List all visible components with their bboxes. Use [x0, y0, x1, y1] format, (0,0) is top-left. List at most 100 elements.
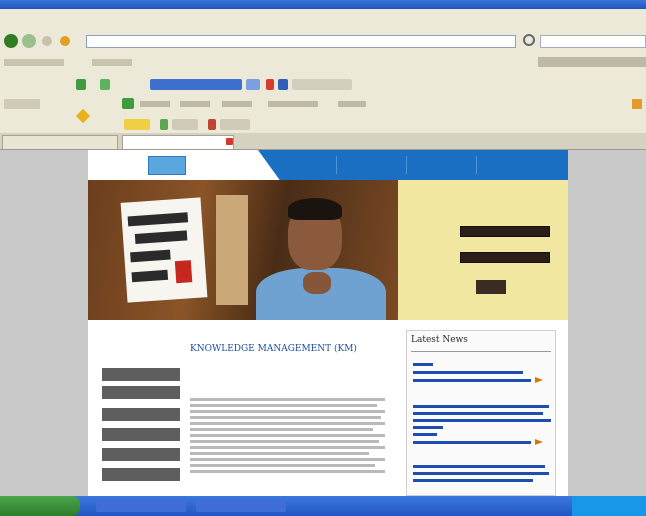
browser-tab-active[interactable] [122, 135, 234, 149]
refresh-icon[interactable] [42, 36, 52, 46]
toolbar-button[interactable] [180, 101, 210, 107]
toolbar-icon[interactable] [208, 119, 216, 130]
news-link[interactable] [413, 479, 533, 482]
browser-chrome [0, 0, 646, 150]
news-link[interactable] [413, 465, 545, 468]
news-divider [411, 351, 551, 352]
hero-photo [88, 180, 398, 320]
toolbar-button[interactable] [220, 119, 250, 130]
menu-item[interactable] [36, 12, 46, 20]
news-link[interactable] [413, 412, 543, 415]
taskbar-window-button[interactable] [96, 500, 186, 512]
news-link[interactable] [413, 405, 549, 408]
toolbar-icon[interactable] [246, 79, 260, 90]
toolbar-icon[interactable] [100, 79, 110, 90]
menu-item[interactable] [48, 12, 58, 20]
photo-person-hand [303, 272, 331, 294]
sidebar-menu-item[interactable] [102, 368, 180, 381]
news-link[interactable] [413, 363, 433, 366]
site-header [88, 150, 568, 180]
start-button[interactable] [0, 496, 80, 516]
sidebar-menu-item[interactable] [102, 386, 180, 399]
main-content: KNOWLEDGE MANAGEMENT (KM) Latest News [88, 320, 568, 496]
bookmark-item[interactable] [4, 59, 64, 66]
back-arrow-icon[interactable] [4, 34, 18, 48]
window-titlebar [0, 0, 646, 9]
bookmarks-bar [0, 54, 646, 124]
toolbar-button[interactable] [140, 101, 170, 107]
toolbar-icon[interactable] [632, 99, 642, 109]
menu-item[interactable] [24, 12, 34, 20]
news-link[interactable] [413, 419, 551, 422]
toolbar-icon[interactable] [278, 79, 288, 90]
toolbar [0, 76, 646, 94]
toolbar-button[interactable] [172, 119, 198, 130]
toolbar-button[interactable] [338, 101, 366, 107]
forward-arrow-icon[interactable] [22, 34, 36, 48]
sign-script-line [130, 249, 171, 263]
toolbar-button[interactable] [292, 79, 352, 90]
text-line [190, 434, 385, 437]
text-line [190, 404, 378, 407]
menu-item[interactable] [60, 12, 70, 20]
sidebar-menu-item[interactable] [102, 468, 180, 481]
text-line [190, 440, 380, 443]
news-link[interactable] [413, 371, 523, 374]
search-icon[interactable] [523, 34, 535, 46]
main-nav [258, 150, 568, 180]
sign-script-line [134, 230, 188, 244]
menu-item[interactable] [12, 12, 22, 20]
username-field[interactable] [460, 226, 550, 237]
text-line [190, 464, 376, 467]
bookmark-item[interactable] [92, 59, 132, 66]
website: KNOWLEDGE MANAGEMENT (KM) Latest News [88, 150, 568, 496]
site-logo[interactable] [148, 156, 186, 175]
toolbar-button[interactable] [222, 101, 252, 107]
home-icon[interactable] [60, 36, 70, 46]
news-link[interactable] [413, 472, 549, 475]
news-link[interactable] [413, 433, 437, 436]
taskbar [0, 496, 646, 516]
news-link[interactable] [413, 426, 443, 429]
toolbar-icon[interactable] [160, 119, 168, 130]
toolbar-icon[interactable] [122, 98, 134, 109]
news-link[interactable] [413, 441, 531, 444]
toolbar-button[interactable] [4, 99, 40, 109]
browser-tab[interactable] [2, 135, 118, 149]
close-tab-icon[interactable] [226, 138, 233, 145]
arrow-right-icon[interactable] [535, 439, 543, 445]
text-line [190, 410, 385, 413]
text-line [190, 452, 370, 455]
arrow-right-icon[interactable] [535, 377, 543, 383]
toolbar-icon[interactable] [266, 79, 274, 90]
toolbar-button[interactable] [124, 119, 150, 130]
sidebar-menu-item[interactable] [102, 408, 180, 421]
taskbar-window-button[interactable] [196, 500, 286, 512]
latest-news-box: Latest News [406, 330, 556, 496]
page-viewport: KNOWLEDGE MANAGEMENT (KM) Latest News [0, 150, 646, 496]
bookmark-item[interactable] [538, 57, 646, 67]
address-input[interactable] [86, 35, 516, 48]
toolbar-search-field[interactable] [150, 79, 242, 90]
sidebar-menu-item[interactable] [102, 448, 180, 461]
password-field[interactable] [460, 252, 550, 263]
article-body [190, 398, 385, 496]
toolbar-icon[interactable] [76, 79, 86, 90]
nav-separator [476, 156, 477, 174]
news-title: Latest News [411, 335, 468, 345]
toolbar [0, 116, 646, 132]
login-button[interactable] [476, 280, 506, 294]
sidebar-menu-item[interactable] [102, 428, 180, 441]
text-line [190, 398, 385, 401]
text-line [190, 458, 385, 461]
sign-script-line [131, 269, 169, 283]
toolbar-button[interactable] [268, 101, 318, 107]
menu-item[interactable] [0, 12, 10, 20]
login-panel [398, 180, 568, 320]
toolbar [0, 95, 646, 115]
news-link[interactable] [413, 379, 531, 382]
search-input[interactable] [540, 35, 646, 48]
sign-script-line [127, 212, 189, 227]
photo-background [216, 195, 248, 305]
nav-separator [406, 156, 407, 174]
